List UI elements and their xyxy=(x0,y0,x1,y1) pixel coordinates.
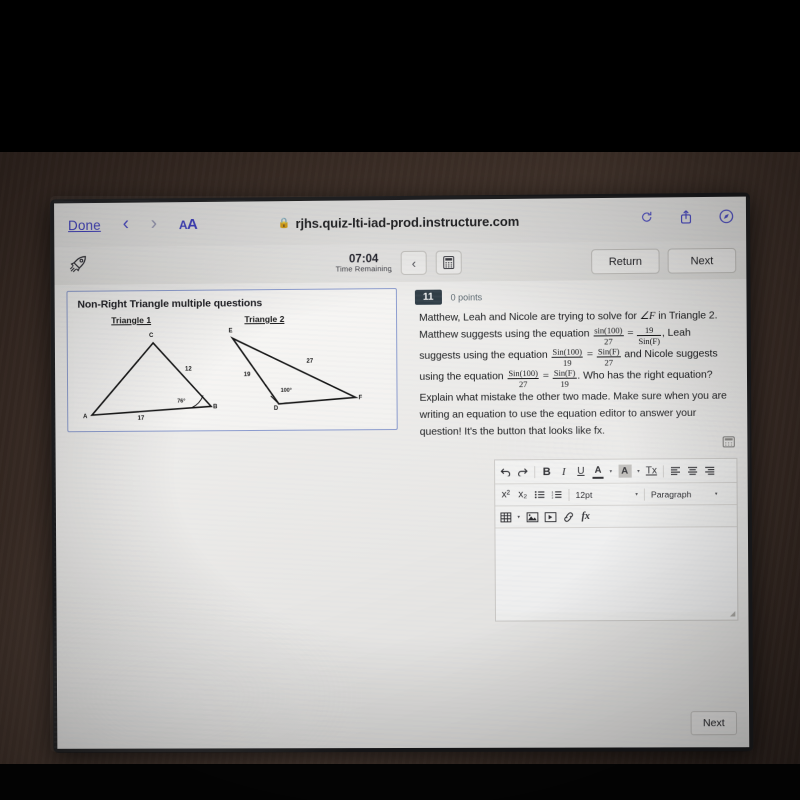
text-size-button[interactable]: AA xyxy=(179,215,197,232)
undo-icon[interactable] xyxy=(500,465,511,478)
resize-handle-icon[interactable]: ◢ xyxy=(730,610,735,618)
angle-label-100: 100° xyxy=(280,387,292,394)
done-button[interactable]: Done xyxy=(68,217,101,232)
table-caret-icon[interactable]: ▾ xyxy=(517,514,520,520)
vertex-A: A xyxy=(83,414,88,421)
time-remaining-label: Time Remaining xyxy=(335,264,392,274)
browser-back-button[interactable]: ‹ xyxy=(123,214,129,236)
font-size-caret-icon: ▾ xyxy=(635,491,638,498)
table-icon[interactable] xyxy=(500,510,511,523)
font-size-select[interactable]: 12pt ▾ xyxy=(575,489,637,499)
media-icon[interactable] xyxy=(544,510,556,523)
question-line-8: button that looks like fx. xyxy=(497,425,605,438)
side-label-12: 12 xyxy=(185,366,192,373)
answer-textarea[interactable] xyxy=(495,527,738,613)
question-header: 11 0 points xyxy=(414,289,483,305)
paragraph-style-select[interactable]: Paragraph ▾ xyxy=(651,489,718,499)
question-number-badge: 11 xyxy=(414,289,442,305)
collapse-panel-button[interactable]: ‹ xyxy=(400,250,427,275)
equation-2-right: Sin(F) 27 xyxy=(596,346,621,368)
equation-3-right: Sin(F) 19 xyxy=(552,367,577,389)
highlight-color-button[interactable]: A xyxy=(618,464,632,478)
photograph-of-tablet: Done ‹ › AA 🔒 rjhs.quiz-lti-iad-prod.ins… xyxy=(0,0,800,800)
safari-right-icons xyxy=(640,197,734,242)
return-button[interactable]: Return xyxy=(591,248,660,275)
side-label-19: 19 xyxy=(243,372,251,379)
next-button-bottom[interactable]: Next xyxy=(690,711,738,736)
clear-formatting-button[interactable]: Tx xyxy=(646,464,657,477)
toolbar-divider xyxy=(643,488,645,501)
side-label-27: 27 xyxy=(306,358,314,365)
svg-text:3: 3 xyxy=(552,496,554,499)
subscript-button[interactable]: x₂ xyxy=(517,488,528,501)
editor-toolbar-row-3: ▾ fx xyxy=(495,505,737,529)
angle-label-76: 76° xyxy=(177,398,186,405)
vertex-B: B xyxy=(213,404,218,411)
toolbar-divider xyxy=(568,488,570,501)
equals-3: = xyxy=(542,369,549,382)
photo-letterbox-bottom xyxy=(0,764,800,800)
vertex-D: D xyxy=(273,405,279,412)
question-line-1b: in xyxy=(655,310,667,322)
vertex-F: F xyxy=(358,395,363,402)
highlight-caret-icon[interactable]: ▾ xyxy=(637,468,640,474)
quiz-nav-buttons: Return Next xyxy=(591,247,737,275)
safari-compass-icon[interactable] xyxy=(719,209,734,229)
vertex-C: C xyxy=(149,332,154,340)
redo-icon[interactable] xyxy=(517,465,528,478)
align-left-icon[interactable] xyxy=(670,464,681,477)
calculator-button[interactable] xyxy=(435,250,463,275)
editor-toolbar-row-2: x² x₂ 123 12pt ▾ Paragraph ▾ xyxy=(495,482,737,507)
equals-2: = xyxy=(586,348,594,361)
underline-button[interactable]: U xyxy=(575,465,586,478)
superscript-button[interactable]: x² xyxy=(500,488,511,501)
angle-f-symbol: ∠F xyxy=(639,310,656,323)
italic-button[interactable]: I xyxy=(558,465,569,478)
align-center-icon[interactable] xyxy=(687,464,698,477)
quiz-timer: 07:04 Time Remaining xyxy=(335,253,392,274)
tablet-screen: Done ‹ › AA 🔒 rjhs.quiz-lti-iad-prod.ins… xyxy=(54,196,750,749)
link-icon[interactable] xyxy=(562,510,574,523)
side-label-17: 17 xyxy=(137,415,145,422)
next-button-top[interactable]: Next xyxy=(667,247,737,274)
toolbar-divider xyxy=(534,465,536,478)
question-pane: 11 0 points Matthew, Leah and Nicole are… xyxy=(405,279,749,748)
browser-forward-button[interactable]: › xyxy=(151,213,157,235)
image-icon[interactable] xyxy=(526,510,538,523)
paragraph-caret-icon: ▾ xyxy=(714,490,718,497)
text-color-button[interactable]: A xyxy=(592,463,604,479)
text-color-caret-icon[interactable]: ▾ xyxy=(610,468,613,474)
tablet-device: Done ‹ › AA 🔒 rjhs.quiz-lti-iad-prod.ins… xyxy=(50,192,754,753)
share-icon[interactable] xyxy=(679,209,692,229)
toolbar-divider xyxy=(662,464,665,477)
equation-editor-button[interactable]: fx xyxy=(580,510,591,523)
triangle-figure: Triangle 1 Triangle 2 C A B 12 17 76° E … xyxy=(73,313,391,428)
bullet-list-icon[interactable] xyxy=(534,488,545,501)
calculator-icon[interactable] xyxy=(722,435,735,453)
editor-toolbar-row-1: B I U A ▾ A ▾ Tx xyxy=(495,458,737,485)
reload-icon[interactable] xyxy=(640,211,653,229)
font-size-value: 12pt xyxy=(575,489,593,500)
question-points: 0 points xyxy=(450,291,483,303)
bold-button[interactable]: B xyxy=(541,465,552,478)
equation-1-left: sin(100) 27 xyxy=(593,325,624,347)
stimulus-card: Non-Right Triangle multiple questions Tr… xyxy=(66,288,398,433)
equation-1-right: 19 Sin(F) xyxy=(637,324,661,347)
question-line-1a: Matthew, Leah and Nicole are trying to s… xyxy=(419,311,640,324)
rich-text-editor: B I U A ▾ A ▾ Tx x² x₂ 1 2 3 12pt ▾ Para… xyxy=(494,457,739,622)
paragraph-style-value: Paragraph xyxy=(650,488,692,500)
numbered-list-icon[interactable]: 123 xyxy=(551,488,562,501)
equals-1: = xyxy=(627,327,634,340)
vertex-E: E xyxy=(228,328,233,335)
align-right-icon[interactable] xyxy=(704,464,715,477)
equation-3-left: Sin(100) 27 xyxy=(507,367,539,390)
quiz-content: Non-Right Triangle multiple questions Tr… xyxy=(54,278,750,749)
photo-letterbox-top xyxy=(0,0,800,152)
question-text: Matthew, Leah and Nicole are trying to s… xyxy=(419,310,727,438)
stimulus-title: Non-Right Triangle multiple questions xyxy=(77,297,263,311)
equation-2-left: Sin(100) 19 xyxy=(551,346,583,368)
